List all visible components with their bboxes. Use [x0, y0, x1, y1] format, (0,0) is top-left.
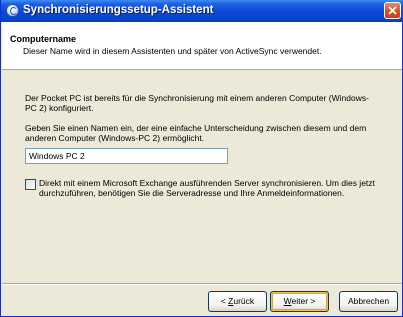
- next-button-label: eiter >: [291, 296, 316, 306]
- footer-separator: [2, 283, 402, 285]
- wizard-window: Synchronisierungssetup-Assistent Compute…: [0, 0, 403, 317]
- back-button-label: urück: [233, 296, 255, 306]
- cancel-button[interactable]: Abbrechen: [339, 291, 398, 312]
- instruction-paragraph: Geben Sie einen Namen ein, der eine einf…: [25, 123, 367, 143]
- computer-name-input[interactable]: [25, 148, 228, 164]
- wizard-header: Computername Dieser Name wird in diesem …: [2, 22, 402, 70]
- back-button[interactable]: < Zurück: [208, 291, 267, 312]
- window-title: Synchronisierungssetup-Assistent: [23, 4, 214, 16]
- info-paragraph: Der Pocket PC ist bereits für die Synchr…: [25, 93, 369, 113]
- exchange-sync-checkbox-label[interactable]: Direkt mit einem Microsoft Exchange ausf…: [39, 178, 387, 198]
- activesync-icon: [6, 4, 19, 17]
- page-subtitle: Dieser Name wird in diesem Assistenten u…: [23, 46, 322, 56]
- close-button[interactable]: [384, 2, 401, 19]
- next-button-mnemonic: W: [283, 296, 292, 306]
- close-icon: [388, 6, 397, 15]
- page-title: Computername: [10, 34, 77, 44]
- next-button[interactable]: Weiter >: [270, 291, 329, 312]
- title-bar[interactable]: Synchronisierungssetup-Assistent: [1, 0, 403, 22]
- exchange-sync-checkbox[interactable]: [25, 179, 36, 190]
